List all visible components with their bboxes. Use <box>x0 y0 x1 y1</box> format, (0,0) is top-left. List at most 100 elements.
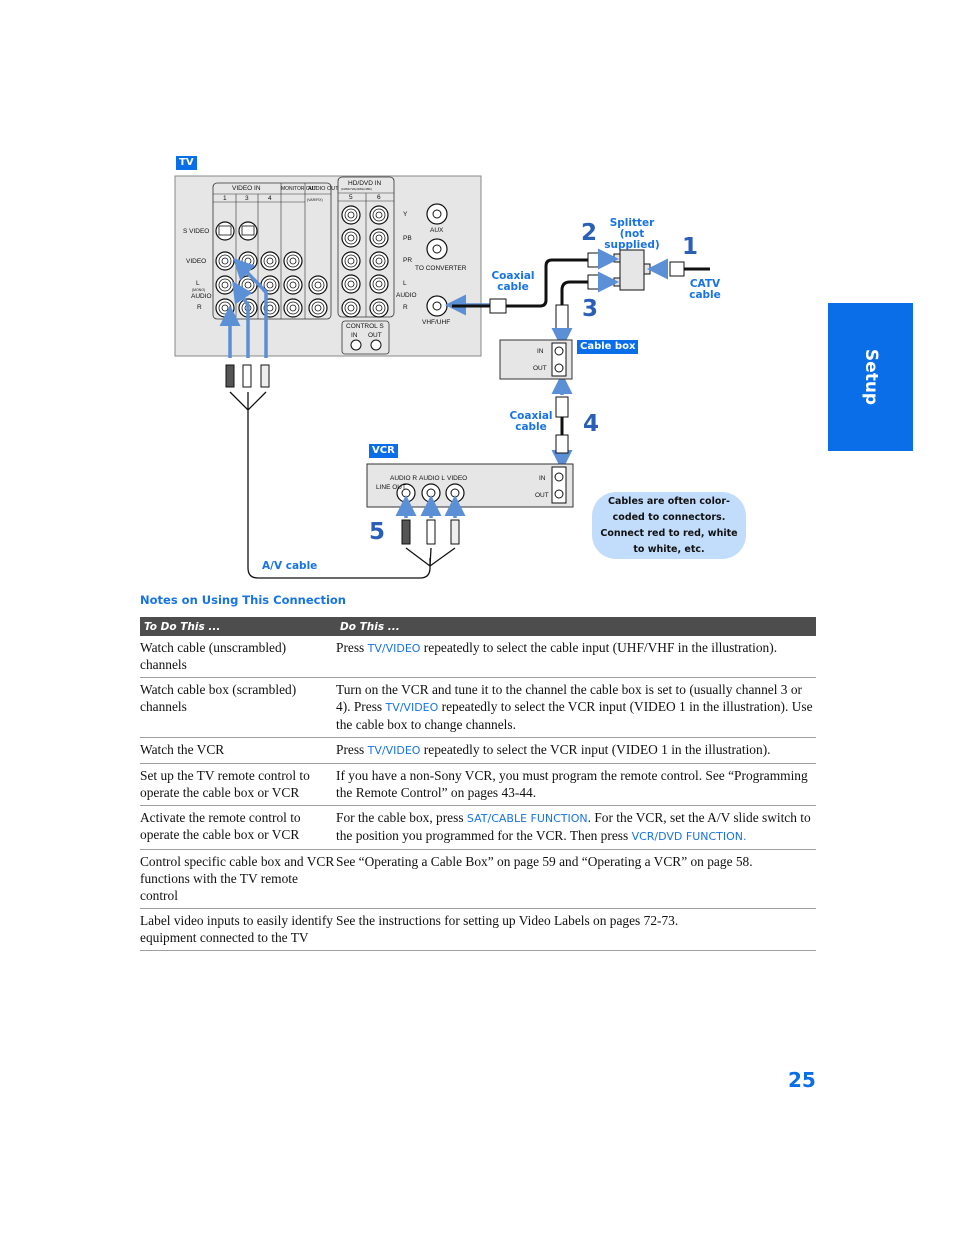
splitter <box>619 249 645 291</box>
svg-text:(VAR/FIX): (VAR/FIX) <box>307 198 323 202</box>
hd-dvd-in-block <box>337 176 395 318</box>
step-4: 4 <box>583 411 600 437</box>
svg-text:TO CONVERTER: TO CONVERTER <box>415 265 467 272</box>
svg-text:AUDIO: AUDIO <box>191 293 212 300</box>
section-tab-setup: Setup <box>828 303 913 451</box>
svg-text:AUDIO: AUDIO <box>396 292 417 299</box>
action-text: repeatedly to select the VCR input (VIDE… <box>420 742 771 757</box>
table-row: Set up the TV remote control to operate … <box>140 763 816 806</box>
action-text: If you have a non-Sony VCR, you must pro… <box>336 768 808 800</box>
step-5: 5 <box>369 519 386 545</box>
step-1: 1 <box>682 234 699 260</box>
column-header-task: To Do This ... <box>140 617 336 636</box>
svg-text:IN: IN <box>539 475 546 482</box>
color-coding-note: Cables are often color-coded to connecto… <box>592 492 746 559</box>
action-text: For the cable box, press <box>336 810 467 825</box>
button-name: SAT/CABLE FUNCTION <box>466 812 588 825</box>
svg-text:4: 4 <box>268 195 272 202</box>
svg-text:PR: PR <box>403 257 412 264</box>
connection-diagram: VIDEO IN 1 3 4 MONITOR OUT AUDIO OUT (VA… <box>174 175 710 579</box>
svg-text:Y: Y <box>403 211 408 218</box>
svg-text:PB: PB <box>403 235 412 242</box>
page-number: 25 <box>788 1068 816 1092</box>
step-3: 3 <box>582 296 599 322</box>
section-tab-label: Setup <box>860 348 881 406</box>
table-row: Watch cable (unscrambled) channels Press … <box>140 636 816 678</box>
action-text: Press <box>336 742 368 757</box>
cable-box-tag: Cable box <box>577 340 639 354</box>
svg-text:AUDIO L: AUDIO L <box>419 475 445 482</box>
notes-table: To Do This ... Do This ... Watch cable (… <box>140 617 816 951</box>
svg-text:OUT: OUT <box>533 365 547 372</box>
action-cell: For the cable box, press SAT/CABLE FUNCT… <box>336 805 816 850</box>
action-cell: Turn on the VCR and tune it to the chann… <box>336 677 816 738</box>
svg-text:6: 6 <box>377 194 381 201</box>
table-row: Watch cable box (scrambled) channels Turn… <box>140 677 816 738</box>
video-in-label: VIDEO IN <box>232 185 261 192</box>
svg-text:HD/DVD IN: HD/DVD IN <box>348 180 382 187</box>
svg-text:R: R <box>197 304 202 311</box>
svg-text:S VIDEO: S VIDEO <box>183 228 209 235</box>
svg-text:AUDIO R: AUDIO R <box>390 475 417 482</box>
table-row: Activate the remote control to operate t… <box>140 805 816 850</box>
av-plugs-vcr <box>401 519 460 545</box>
action-text: Press <box>336 640 368 655</box>
svg-text:1: 1 <box>223 195 227 202</box>
svg-text:VIDEO: VIDEO <box>447 475 467 482</box>
action-cell: If you have a non-Sony VCR, you must pro… <box>336 763 816 806</box>
action-cell: See the instructions for setting up Vide… <box>336 908 816 951</box>
task-cell: Control specific cable box and VCR funct… <box>140 849 336 909</box>
coaxial-cable-label-1: Coaxial cable <box>491 270 535 293</box>
table-row: Label video inputs to easily identify eq… <box>140 908 816 951</box>
av-cable-label: A/V cable <box>262 560 318 572</box>
notes-heading: Notes on Using This Connection <box>140 593 346 607</box>
svg-text:IN: IN <box>537 348 544 355</box>
svg-text:(MONO): (MONO) <box>192 288 205 292</box>
table-header-row: To Do This ... Do This ... <box>140 617 816 636</box>
column-header-action: Do This ... <box>336 617 816 636</box>
coaxial-cable-label-2: Coaxial cable <box>509 410 553 433</box>
task-cell: Set up the TV remote control to operate … <box>140 763 336 806</box>
table-row: Watch the VCR Press TV/VIDEO repeatedly t… <box>140 737 816 764</box>
svg-text:CONTROL S: CONTROL S <box>346 323 384 330</box>
task-cell: Watch the VCR <box>140 737 336 764</box>
av-plugs-tv <box>225 364 270 388</box>
vcr-tag: VCR <box>369 444 398 458</box>
action-text: repeatedly to select the cable input (UH… <box>420 640 778 655</box>
svg-text:L: L <box>403 280 407 287</box>
notes-table-body: Watch cable (unscrambled) channels Press … <box>140 636 816 951</box>
svg-text:VHF/UHF: VHF/UHF <box>422 319 450 326</box>
table-row: Control specific cable box and VCR funct… <box>140 849 816 909</box>
svg-text:5: 5 <box>349 194 353 201</box>
action-text: See the instructions for setting up Vide… <box>336 913 679 928</box>
tv-video-in-block <box>212 182 332 320</box>
svg-text:OUT: OUT <box>535 492 549 499</box>
button-name: TV/VIDEO <box>385 701 439 714</box>
svg-text:(1080i/720p/480p/480i): (1080i/720p/480p/480i) <box>341 187 372 191</box>
action-text: See “Operating a Cable Box” on page 59 a… <box>336 854 753 869</box>
task-cell: Watch cable (unscrambled) channels <box>140 636 336 678</box>
task-cell: Label video inputs to easily identify eq… <box>140 908 336 951</box>
svg-text:IN: IN <box>351 332 358 339</box>
catv-cable-label: CATV cable <box>689 278 721 301</box>
action-cell: Press TV/VIDEO repeatedly to select the … <box>336 636 816 678</box>
svg-text:VIDEO: VIDEO <box>186 258 206 265</box>
splitter-arrows <box>551 248 668 471</box>
button-name: TV/VIDEO <box>367 642 421 655</box>
action-cell: See “Operating a Cable Box” on page 59 a… <box>336 849 816 909</box>
svg-text:OUT: OUT <box>368 332 382 339</box>
svg-text:AUDIO OUT: AUDIO OUT <box>308 186 339 192</box>
button-name: TV/VIDEO <box>367 744 421 757</box>
svg-text:LINE OUT: LINE OUT <box>376 484 406 491</box>
coax-plug <box>489 298 507 314</box>
note-text: Cables are often color-coded to connecto… <box>600 495 738 555</box>
action-cell: Press TV/VIDEO repeatedly to select the … <box>336 737 816 764</box>
svg-text:AUX: AUX <box>430 227 444 234</box>
splitter-label: Splitter (not supplied) <box>604 217 660 251</box>
svg-text:3: 3 <box>245 195 249 202</box>
svg-text:R: R <box>403 304 408 311</box>
svg-text:L: L <box>196 280 200 287</box>
step-2: 2 <box>581 220 598 246</box>
task-cell: Watch cable box (scrambled) channels <box>140 677 336 738</box>
button-name: VCR/DVD FUNCTION. <box>631 830 747 843</box>
